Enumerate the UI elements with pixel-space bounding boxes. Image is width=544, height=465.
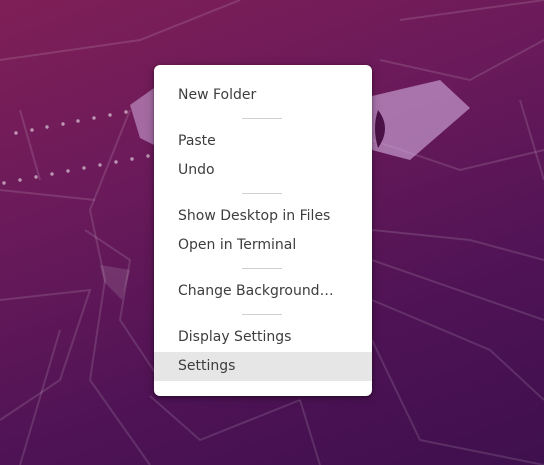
menu-item-new-folder[interactable]: New Folder	[154, 81, 372, 110]
menu-item-open-in-terminal[interactable]: Open in Terminal	[154, 231, 372, 260]
menu-item-undo[interactable]: Undo	[154, 156, 372, 185]
desktop-context-menu: New Folder Paste Undo Show Desktop in Fi…	[154, 65, 372, 396]
menu-item-display-settings[interactable]: Display Settings	[154, 323, 372, 352]
menu-item-paste[interactable]: Paste	[154, 127, 372, 156]
menu-item-show-desktop-in-files[interactable]: Show Desktop in Files	[154, 202, 372, 231]
menu-separator	[242, 193, 282, 194]
menu-separator	[242, 118, 282, 119]
menu-item-change-background[interactable]: Change Background…	[154, 277, 372, 306]
desktop[interactable]: New Folder Paste Undo Show Desktop in Fi…	[0, 0, 544, 465]
menu-separator	[242, 268, 282, 269]
menu-item-settings[interactable]: Settings	[154, 352, 372, 381]
menu-separator	[242, 314, 282, 315]
